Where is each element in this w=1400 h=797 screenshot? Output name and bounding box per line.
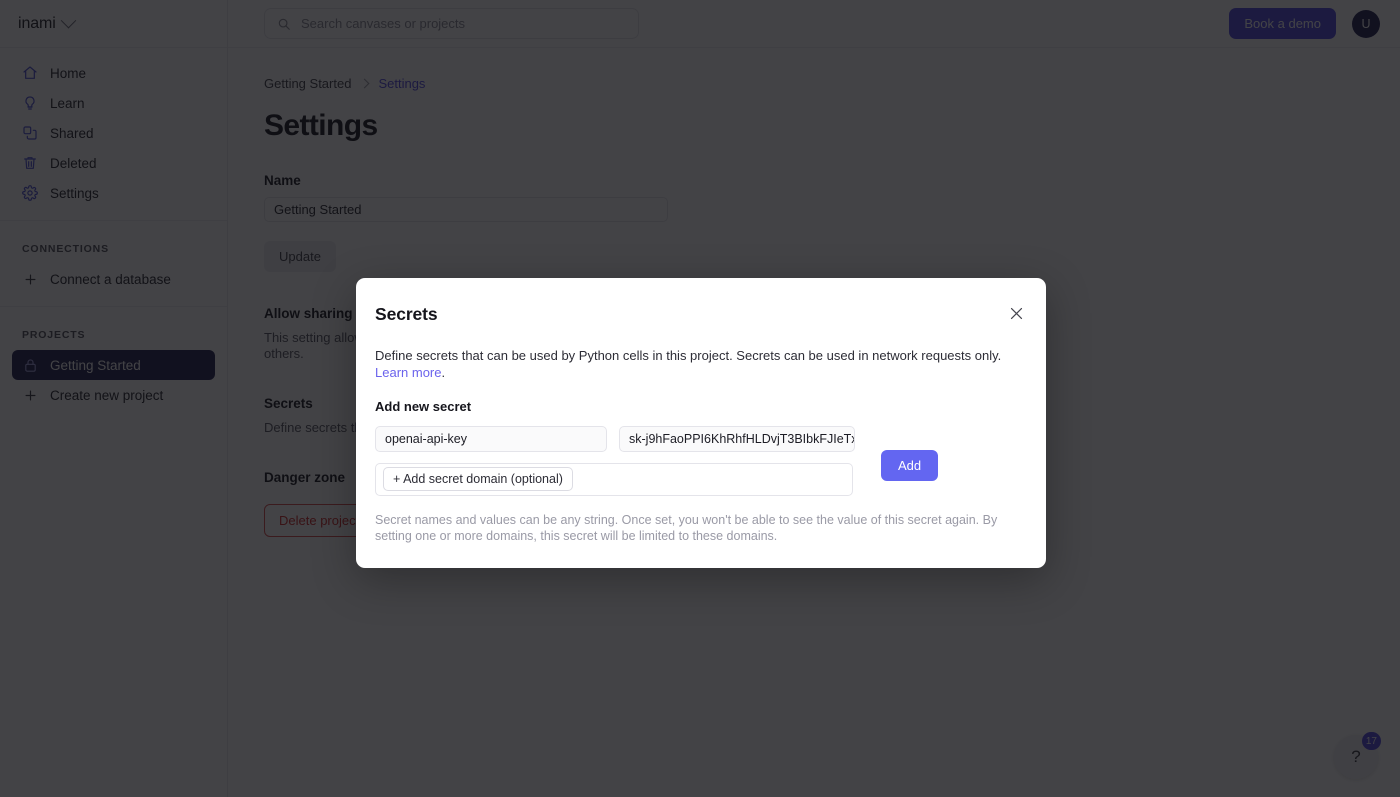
modal-description: Define secrets that can be used by Pytho… <box>375 348 1027 382</box>
secret-input-row: openai-api-key sk-j9hFaoPPI6KhRhfHLDvjT3… <box>375 425 1027 452</box>
secret-domain-field[interactable]: + Add secret domain (optional) <box>375 462 853 496</box>
close-icon <box>1008 305 1025 325</box>
modal-title: Secrets <box>375 304 438 324</box>
add-secret-domain-button[interactable]: + Add secret domain (optional) <box>383 467 573 492</box>
modal-header: Secrets <box>375 304 1027 326</box>
add-secret-form: openai-api-key sk-j9hFaoPPI6KhRhfHLDvjT3… <box>375 425 1027 496</box>
close-button[interactable] <box>1005 304 1027 326</box>
secret-name-input[interactable]: openai-api-key <box>375 425 607 452</box>
secrets-modal: Secrets Define secrets that can be used … <box>356 278 1046 568</box>
modal-footer-note: Secret names and values can be any strin… <box>375 512 998 543</box>
secret-value-input[interactable]: sk-j9hFaoPPI6KhRhfHLDvjT3BIbkFJIeTxgW <box>619 425 855 452</box>
modal-description-text: Define secrets that can be used by Pytho… <box>375 348 1002 363</box>
add-new-secret-label: Add new secret <box>375 398 472 414</box>
learn-more-link[interactable]: Learn more <box>375 365 441 380</box>
add-secret-button[interactable]: Add <box>881 449 939 481</box>
modal-description-period: . <box>441 364 446 380</box>
